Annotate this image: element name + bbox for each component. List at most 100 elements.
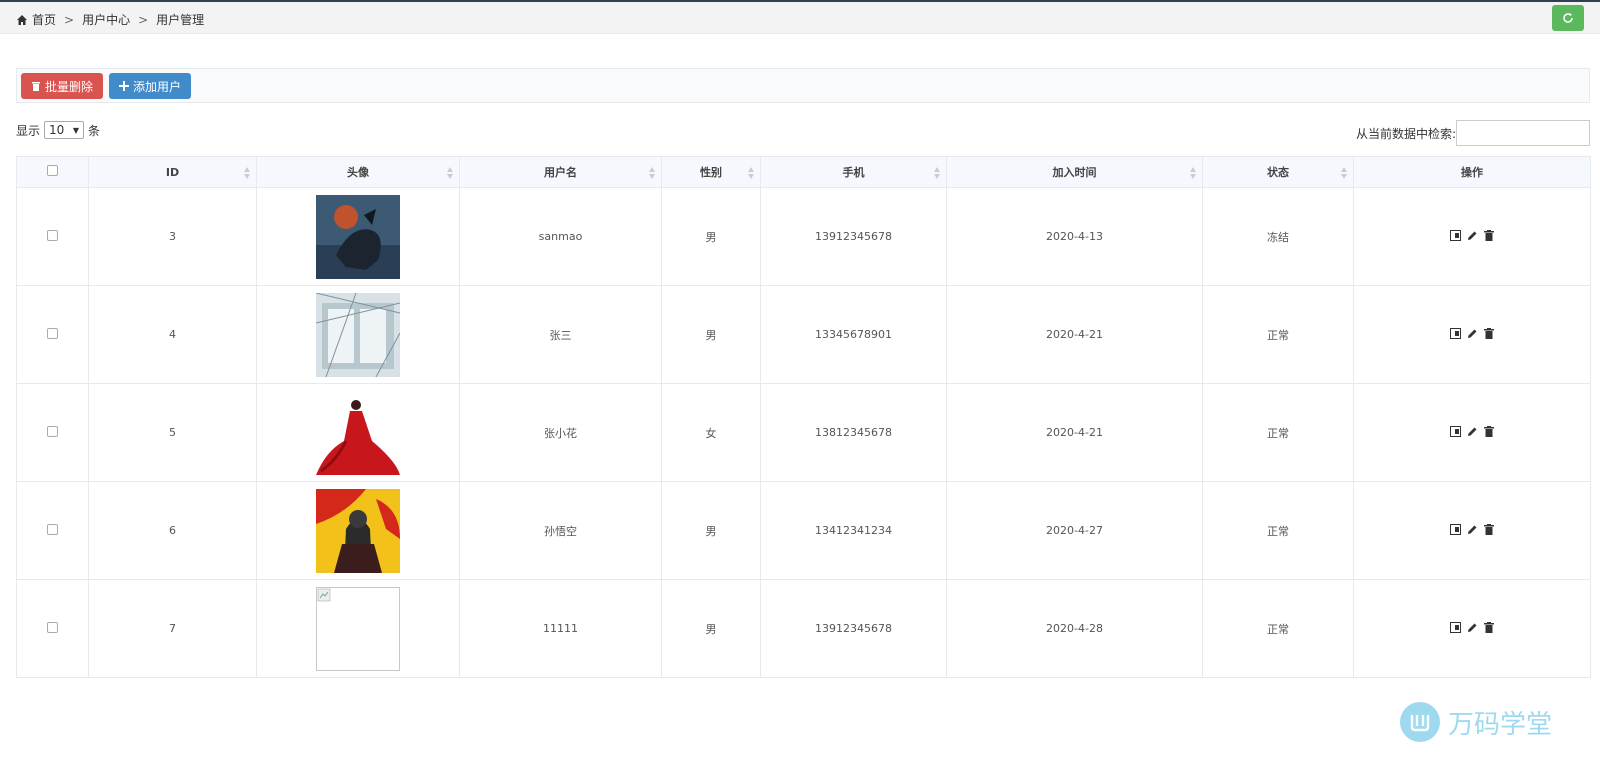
length-prefix: 显示 xyxy=(16,123,41,138)
cell-gender: 男 xyxy=(661,579,761,678)
row-select-cell xyxy=(16,579,89,678)
trash-icon[interactable] xyxy=(1484,327,1494,339)
select-all-checkbox[interactable] xyxy=(47,165,58,176)
plus-icon xyxy=(119,81,129,91)
sort-icon xyxy=(1341,167,1347,179)
column-header-id[interactable]: ID xyxy=(88,156,257,188)
cell-joined: 2020-4-13 xyxy=(946,187,1203,286)
column-header-label: 头像 xyxy=(347,166,369,179)
row-checkbox[interactable] xyxy=(47,327,58,339)
cell-avatar xyxy=(256,481,460,580)
cell-gender: 男 xyxy=(661,187,761,286)
column-header-username[interactable]: 用户名 xyxy=(459,156,662,188)
edit-icon[interactable] xyxy=(1467,622,1478,633)
row-checkbox[interactable] xyxy=(47,523,58,535)
avatar xyxy=(257,586,459,671)
trash-icon[interactable] xyxy=(1484,425,1494,437)
breadcrumb: 首页 > 用户中心 > 用户管理 xyxy=(16,11,204,28)
cell-id: 4 xyxy=(88,285,257,384)
breadcrumb-user-center[interactable]: 用户中心 xyxy=(82,11,130,28)
page-length-value: 10 xyxy=(49,123,65,137)
column-header-phone[interactable]: 手机 xyxy=(760,156,947,188)
edit-icon[interactable] xyxy=(1467,230,1478,241)
column-header-avatar[interactable]: 头像 xyxy=(256,156,460,188)
cell-gender: 男 xyxy=(661,481,761,580)
column-header-label: 性别 xyxy=(700,166,722,179)
watermark-logo-icon xyxy=(1400,702,1440,742)
avatar xyxy=(257,488,459,573)
column-header-label: 用户名 xyxy=(544,166,577,179)
cell-avatar xyxy=(256,383,460,482)
cell-phone: 13345678901 xyxy=(760,285,947,384)
column-header-label: 手机 xyxy=(842,166,865,179)
cell-avatar xyxy=(256,187,460,286)
batch-delete-button[interactable]: 批量删除 xyxy=(21,73,104,99)
cell-phone: 13912345678 xyxy=(760,579,947,678)
cell-phone: 13812345678 xyxy=(760,383,947,482)
filter-label: 从当前数据中检索: xyxy=(1355,126,1456,141)
cell-gender: 女 xyxy=(661,383,761,482)
table-filter: 从当前数据中检索: xyxy=(1356,120,1590,146)
column-header-actions: 操作 xyxy=(1353,156,1591,188)
column-header-status[interactable]: 状态 xyxy=(1202,156,1354,188)
breadcrumb-home[interactable]: 首页 xyxy=(32,11,56,28)
watermark-text: 万码学堂 xyxy=(1448,709,1553,740)
column-header-label: 加入时间 xyxy=(1052,166,1097,179)
trash-icon[interactable] xyxy=(1484,523,1494,535)
cell-actions xyxy=(1353,187,1591,286)
row-select-cell xyxy=(16,481,89,580)
view-icon[interactable] xyxy=(1450,523,1461,535)
cell-id: 7 xyxy=(88,579,257,678)
caret-down-icon: ▼ xyxy=(72,125,80,135)
trash-icon xyxy=(31,81,41,91)
view-icon[interactable] xyxy=(1450,229,1461,241)
column-header-gender[interactable]: 性别 xyxy=(661,156,761,188)
cell-username: 11111 xyxy=(459,579,662,678)
cell-id: 3 xyxy=(88,187,257,286)
breadcrumb-separator: > xyxy=(138,12,149,27)
sort-icon xyxy=(748,167,754,179)
view-icon[interactable] xyxy=(1450,621,1461,633)
cell-joined: 2020-4-21 xyxy=(946,383,1203,482)
cell-actions xyxy=(1353,383,1591,482)
add-user-button[interactable]: 添加用户 xyxy=(109,73,192,99)
cell-id: 5 xyxy=(88,383,257,482)
table-row: 7 11111 男 13912345678 2020-4-28 正常 xyxy=(16,579,1591,678)
edit-icon[interactable] xyxy=(1467,328,1478,339)
sort-icon xyxy=(447,167,453,179)
batch-delete-label: 批量删除 xyxy=(45,79,94,94)
view-icon[interactable] xyxy=(1450,425,1461,437)
cell-joined: 2020-4-28 xyxy=(946,579,1203,678)
cell-actions xyxy=(1353,579,1591,678)
breadcrumb-separator: > xyxy=(64,12,75,27)
home-icon xyxy=(17,14,27,25)
table-body: 3 sanmao 男 13912345678 2020-4-13 冻结 4 张三… xyxy=(16,187,1591,678)
sort-icon xyxy=(1190,167,1196,179)
row-checkbox[interactable] xyxy=(47,425,58,437)
cell-status: 正常 xyxy=(1202,285,1354,384)
cell-joined: 2020-4-27 xyxy=(946,481,1203,580)
refresh-button[interactable] xyxy=(1552,5,1584,31)
search-input[interactable] xyxy=(1456,120,1590,146)
cell-username: 张小花 xyxy=(459,383,662,482)
cell-actions xyxy=(1353,285,1591,384)
row-checkbox[interactable] xyxy=(47,229,58,241)
page-length-select[interactable]: 10 ▼ xyxy=(44,121,85,139)
cell-status: 正常 xyxy=(1202,383,1354,482)
cell-actions xyxy=(1353,481,1591,580)
row-checkbox[interactable] xyxy=(47,621,58,633)
trash-icon[interactable] xyxy=(1484,621,1494,633)
cell-username: sanmao xyxy=(459,187,662,286)
select-all-header xyxy=(16,156,89,188)
column-header-label: 状态 xyxy=(1267,166,1289,179)
cell-username: 孙悟空 xyxy=(459,481,662,580)
column-header-label: ID xyxy=(165,165,180,179)
edit-icon[interactable] xyxy=(1467,524,1478,535)
edit-icon[interactable] xyxy=(1467,426,1478,437)
view-icon[interactable] xyxy=(1450,327,1461,339)
column-header-joined[interactable]: 加入时间 xyxy=(946,156,1203,188)
row-select-cell xyxy=(16,187,89,286)
trash-icon[interactable] xyxy=(1484,229,1494,241)
row-select-cell xyxy=(16,383,89,482)
table-header-row: ID 头像 用户名 性别 手机 加入时间 状态 操作 xyxy=(16,156,1591,188)
